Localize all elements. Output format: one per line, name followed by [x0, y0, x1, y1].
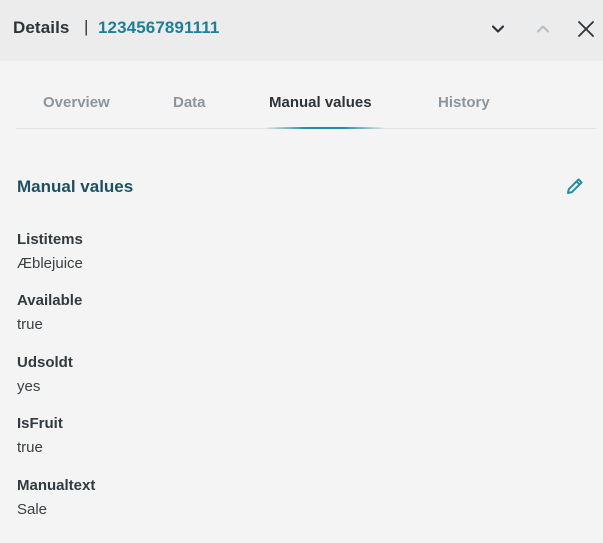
close-button[interactable]	[573, 16, 599, 42]
field-value: Sale	[17, 501, 48, 518]
field-isfruit: IsFruit true	[17, 415, 63, 457]
tab-manual-values[interactable]: Manual values	[269, 94, 372, 111]
field-available: Available true	[17, 292, 82, 334]
field-label: Available	[17, 292, 83, 309]
field-value: Æblejuice	[17, 255, 83, 272]
field-value: true	[17, 439, 43, 456]
pencil-icon	[567, 178, 583, 194]
tab-overview[interactable]: Overview	[43, 94, 110, 111]
section-title: Manual values	[17, 177, 134, 196]
field-label: Manualtext	[17, 477, 96, 494]
tab-bar: Overview Data Manual values History	[16, 94, 596, 130]
details-header: Details | 1234567891111	[0, 0, 603, 61]
field-listitems: Listitems Æblejuice	[17, 231, 83, 273]
chevron-up-icon	[536, 25, 550, 33]
tab-data[interactable]: Data	[173, 94, 206, 111]
field-udsoldt: Udsoldt yes	[17, 354, 73, 396]
field-value: true	[17, 316, 43, 333]
previous-record-button[interactable]	[530, 16, 556, 42]
edit-manual-values-button[interactable]	[562, 173, 588, 199]
field-label: Listitems	[17, 231, 83, 248]
tab-history[interactable]: History	[438, 94, 490, 111]
field-manualtext: Manualtext Sale	[17, 477, 95, 519]
field-value: yes	[17, 378, 41, 395]
record-id: 1234567891111	[98, 18, 220, 37]
next-record-button[interactable]	[485, 16, 511, 42]
panel-title: Details	[13, 18, 70, 37]
field-label: IsFruit	[17, 415, 63, 432]
chevron-down-icon	[491, 25, 505, 33]
field-label: Udsoldt	[17, 354, 73, 371]
active-tab-indicator	[264, 127, 386, 129]
close-icon	[578, 21, 594, 37]
title-separator: |	[84, 17, 89, 36]
